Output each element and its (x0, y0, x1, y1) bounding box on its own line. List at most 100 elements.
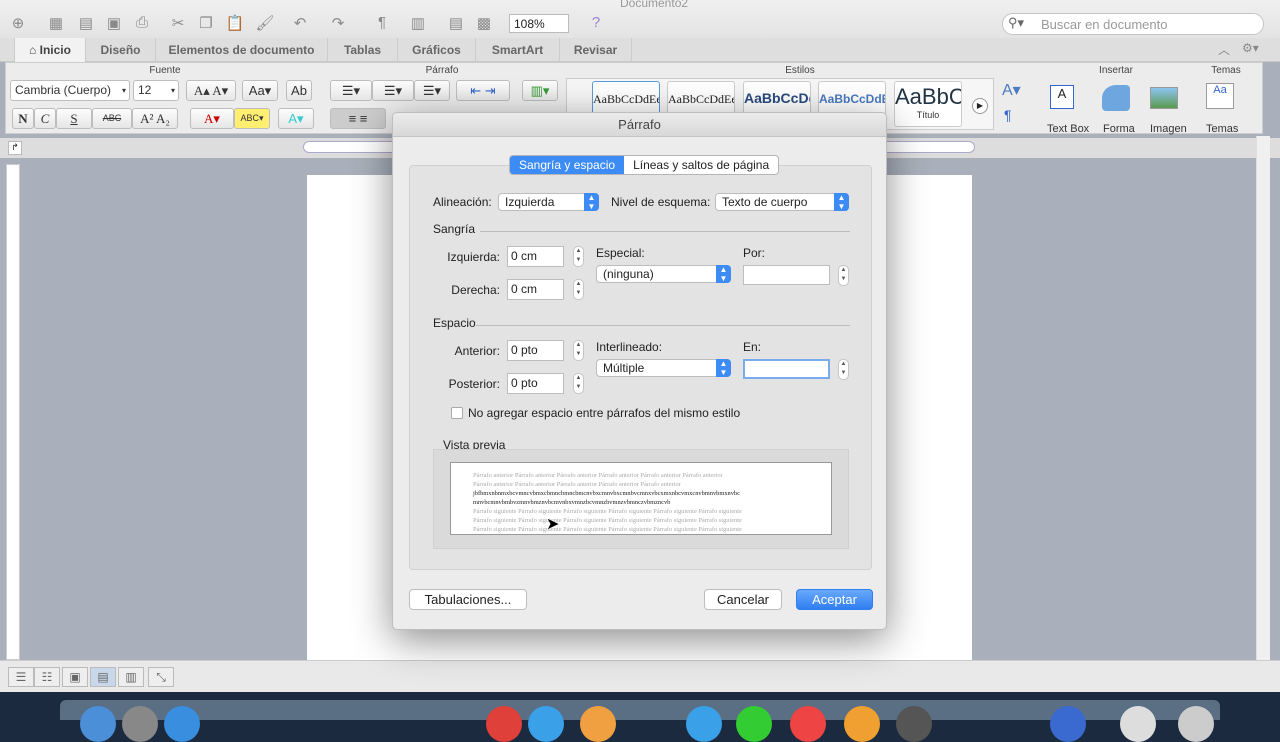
cut-icon[interactable]: ✂ (168, 14, 188, 32)
vertical-scrollbar[interactable] (1256, 136, 1270, 660)
ok-button[interactable]: Aceptar (796, 589, 873, 610)
font-name-select[interactable]: Cambria (Cuerpo) ▾ (10, 80, 130, 101)
indent-left-stepper[interactable]: ▲ ▼ (573, 246, 584, 267)
underline-button[interactable]: S (56, 108, 92, 129)
spacing-after-input[interactable]: 0 pto (507, 373, 564, 394)
tabs-button[interactable]: Tabulaciones... (409, 589, 527, 610)
by-stepper[interactable]: ▲ ▼ (838, 265, 849, 286)
chrome-icon[interactable] (486, 706, 522, 742)
full-screen-view-button[interactable]: ⤡ (148, 667, 174, 687)
themes-label[interactable]: Temas (1206, 123, 1238, 135)
facetime-icon[interactable] (736, 706, 772, 742)
system-preferences-icon[interactable] (896, 706, 932, 742)
tab-line-page-breaks[interactable]: Líneas y saltos de página (624, 156, 778, 174)
tab-elementos[interactable]: Elementos de documento (156, 38, 328, 62)
columns-button[interactable]: ▥▾ (522, 80, 558, 101)
tab-inicio[interactable]: ⌂ Inicio (14, 38, 86, 62)
bullets-button[interactable]: ☰▾ (330, 80, 372, 101)
paste-icon[interactable]: 📋 (225, 14, 245, 32)
shape-icon[interactable] (1102, 85, 1130, 111)
sidebar-icon[interactable]: ▥ (408, 14, 428, 32)
launchpad-icon[interactable] (122, 706, 158, 742)
by-input[interactable] (743, 265, 830, 285)
open-icon[interactable]: ▤ (76, 14, 96, 32)
outline-level-select[interactable]: Texto de cuerpo ▲ ▼ (715, 193, 849, 211)
spacing-after-stepper[interactable]: ▲ ▼ (573, 373, 584, 394)
draft-view-button[interactable]: ☰ (8, 667, 34, 687)
gallery-icon[interactable]: ▤ (446, 14, 466, 32)
tab-revisar[interactable]: Revisar (560, 38, 632, 62)
ibooks-icon[interactable] (844, 706, 880, 742)
app-store-icon[interactable] (164, 706, 200, 742)
align-buttons[interactable]: ≡ ≡ (330, 108, 386, 129)
safari-icon[interactable] (528, 706, 564, 742)
shape-label[interactable]: Forma (1103, 123, 1135, 135)
itunes-icon[interactable] (790, 706, 826, 742)
tab-diseno[interactable]: Diseño (86, 38, 156, 62)
font-color-button[interactable]: A▾ (190, 108, 234, 129)
save-icon[interactable]: ▣ (104, 14, 124, 32)
strikethrough-button[interactable]: ABC (92, 108, 132, 129)
app-icon[interactable] (1050, 706, 1086, 742)
publishing-view-button[interactable]: ▣ (62, 667, 88, 687)
text-box-label[interactable]: Text Box (1047, 123, 1089, 135)
indent-left-input[interactable]: 0 cm (507, 246, 564, 267)
line-spacing-select[interactable]: Múltiple ▲ ▼ (596, 359, 731, 377)
print-layout-view-button[interactable]: ▤ (90, 667, 116, 687)
cancel-button[interactable]: Cancelar (704, 589, 782, 610)
gear-icon[interactable]: ⚙▾ (1242, 41, 1259, 55)
templates-icon[interactable]: ▦ (46, 14, 66, 32)
indent-right-input[interactable]: 0 cm (507, 279, 564, 300)
italic-button[interactable]: C (34, 108, 56, 129)
redo-icon[interactable]: ↷ (328, 14, 348, 32)
grow-shrink-font-buttons[interactable]: A▴ A▾ (186, 80, 236, 101)
special-select[interactable]: (ninguna) ▲ ▼ (596, 265, 731, 283)
finder-icon[interactable] (80, 706, 116, 742)
tab-indent-spacing[interactable]: Sangría y espacio (510, 156, 625, 174)
spacing-before-stepper[interactable]: ▲ ▼ (573, 340, 584, 361)
zoom-select[interactable]: 108% (509, 14, 569, 33)
notebook-view-button[interactable]: ▥ (118, 667, 144, 687)
image-icon[interactable] (1150, 87, 1178, 109)
at-input[interactable] (743, 359, 830, 379)
next-styles-icon[interactable]: ▶ (972, 98, 988, 114)
pilcrow-icon[interactable]: ¶ (372, 14, 392, 32)
media-icon[interactable]: ▩ (474, 14, 494, 32)
search-input[interactable]: Buscar en documento (1002, 13, 1264, 35)
copy-icon[interactable]: ❐ (196, 14, 216, 32)
image-label[interactable]: Imagen (1150, 123, 1187, 135)
spacing-before-input[interactable]: 0 pto (507, 340, 564, 361)
messages-icon[interactable] (686, 706, 722, 742)
indent-buttons[interactable]: ⇤ ⇥ (456, 80, 510, 101)
manage-styles-icon[interactable]: A▾ (1002, 80, 1021, 100)
at-stepper[interactable]: ▲ ▼ (838, 359, 849, 380)
super-subscript-buttons[interactable]: A² A₂ (132, 108, 178, 129)
collapse-ribbon-icon[interactable]: ︿ (1218, 41, 1230, 58)
indent-right-stepper[interactable]: ▲ ▼ (573, 279, 584, 300)
multilevel-button[interactable]: ☰▾ (414, 80, 450, 101)
trash-icon[interactable] (1178, 706, 1214, 742)
font-size-select[interactable]: 12 ▾ (133, 80, 179, 101)
text-effects-button[interactable]: A▾ (278, 108, 314, 129)
style-title[interactable]: AaBbC Título (894, 81, 962, 127)
tab-smartart[interactable]: SmartArt (476, 38, 560, 62)
vertical-ruler[interactable] (6, 164, 20, 660)
numbering-button[interactable]: ☰▾ (372, 80, 414, 101)
themes-icon[interactable]: Aa (1206, 83, 1234, 109)
tab-graficos[interactable]: Gráficos (398, 38, 476, 62)
photos-icon[interactable] (580, 706, 616, 742)
format-painter-icon[interactable]: 🖌 (255, 14, 275, 32)
change-case-button[interactable]: Aa▾ (242, 80, 278, 101)
undo-icon[interactable]: ↶ (290, 14, 310, 32)
outline-view-button[interactable]: ☷ (34, 667, 60, 687)
help-icon[interactable]: ? (586, 14, 606, 32)
bold-button[interactable]: N (12, 108, 34, 129)
new-document-icon[interactable]: ⊕ (8, 14, 28, 32)
downloads-icon[interactable] (1120, 706, 1156, 742)
styles-pane-icon[interactable]: ¶ (1004, 107, 1012, 123)
clear-format-button[interactable]: Ab (286, 80, 312, 101)
no-space-label[interactable]: No agregar espacio entre párrafos del mi… (468, 406, 740, 420)
text-box-icon[interactable]: A (1050, 85, 1074, 109)
highlight-button[interactable]: ABC▾ (234, 108, 270, 129)
search-icon[interactable]: ⚲▾ (1008, 15, 1024, 31)
